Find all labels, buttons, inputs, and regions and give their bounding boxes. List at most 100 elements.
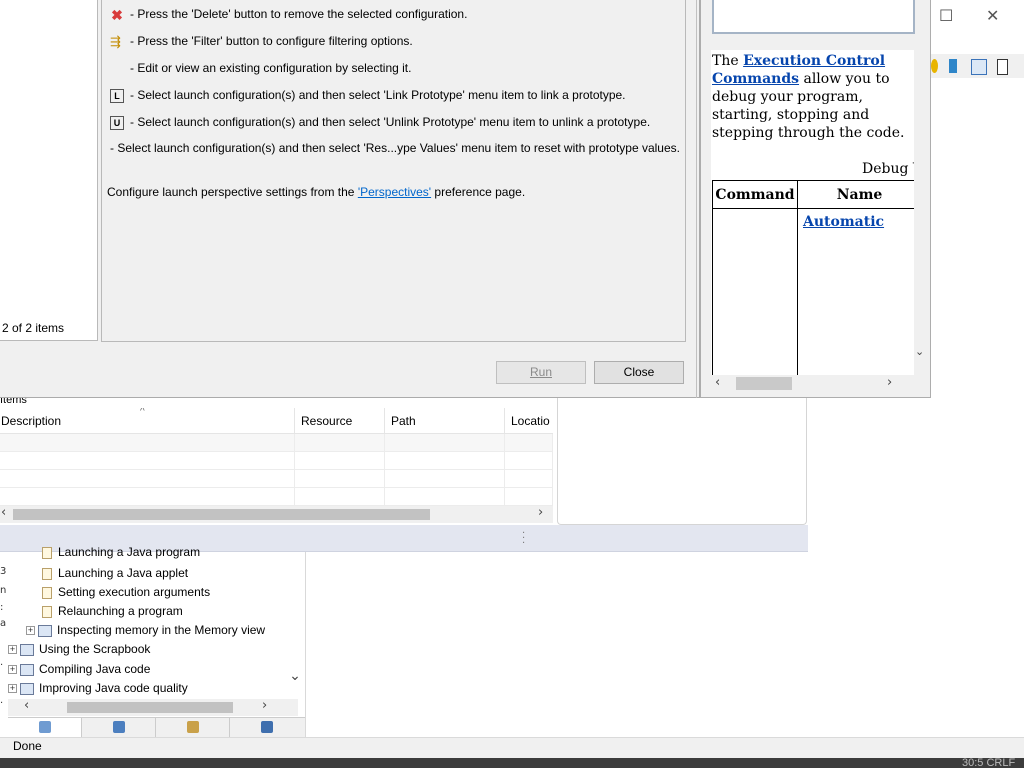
table-cell [0, 470, 295, 487]
name-cell: Automatic [797, 208, 914, 375]
run-button[interactable]: Run [496, 361, 586, 384]
scroll-left-icon[interactable]: ‹ [1, 505, 6, 520]
dialog-divider [696, 0, 697, 398]
book-icon [20, 643, 34, 656]
description-header-label: Description [1, 414, 62, 428]
topic-page-icon [42, 605, 52, 618]
help-search-field[interactable] [712, 0, 915, 34]
table-row[interactable] [0, 488, 553, 506]
maximize-icon[interactable]: ☐ [939, 6, 953, 25]
gutter-char: a [0, 618, 7, 629]
tree-scroll-thumb[interactable] [67, 702, 233, 713]
run-button-label: Run [529, 365, 552, 379]
tree-item-inspecting-memory[interactable]: + Inspecting memory in the Memory view [26, 621, 265, 640]
table-cell [505, 452, 553, 469]
name-column-header: Name [797, 180, 914, 209]
side-pane [557, 398, 807, 525]
tree-item-setting-execution-arguments[interactable]: Setting execution arguments [42, 583, 210, 602]
index-icon [112, 721, 125, 733]
contents-icon [38, 721, 51, 733]
maximize-view-icon[interactable] [997, 59, 1008, 75]
tree-item-label: Compiling Java code [39, 662, 151, 676]
resource-column-header[interactable]: Resource [295, 408, 385, 434]
expand-icon[interactable]: + [26, 626, 35, 636]
chevron-down-icon[interactable]: ⌄ [915, 345, 929, 359]
tree-item-relaunching-program[interactable]: Relaunching a program [42, 602, 183, 621]
table-cell [505, 488, 553, 505]
chevron-down-icon[interactable]: ⌄ [287, 668, 303, 688]
editor-toolbar [931, 54, 1024, 78]
tree-item-using-scrapbook[interactable]: + Using the Scrapbook [8, 640, 150, 659]
window-controls: ☐ ✕ [931, 0, 1024, 30]
contents-tab[interactable] [8, 718, 82, 738]
table-cell [295, 434, 385, 451]
tree-item-label: Inspecting memory in the Memory view [57, 623, 266, 637]
close-button[interactable]: Close [594, 361, 684, 384]
table-row[interactable] [0, 434, 553, 452]
configuration-list[interactable] [0, 0, 98, 341]
tree-item-improving-code-quality[interactable]: + Improving Java code quality [8, 679, 188, 698]
help-horizontal-scrollbar[interactable]: ‹ › [711, 375, 914, 392]
scroll-right-icon[interactable]: › [538, 505, 543, 520]
unlink-prototype-icon: U [110, 115, 124, 130]
automatic-link[interactable]: Automatic [803, 214, 884, 230]
help-window: The Execution Control Commands allow you… [700, 0, 931, 398]
tree-item-label: Setting execution arguments [58, 585, 211, 599]
tree-item-compiling-java-code[interactable]: + Compiling Java code [8, 660, 150, 679]
bookmarks-icon [261, 721, 273, 733]
description-column-header[interactable]: Description ^ [0, 408, 295, 434]
table-caption: Debug V [862, 161, 914, 177]
scroll-left-icon[interactable]: ‹ [24, 698, 29, 713]
problems-scroll-thumb[interactable] [13, 509, 430, 520]
topic-page-icon [42, 546, 52, 559]
close-window-icon[interactable]: ✕ [986, 6, 999, 25]
command-column-header: Command [712, 180, 798, 209]
status-bar [0, 737, 1024, 758]
help-scroll-thumb[interactable] [736, 377, 792, 390]
perspectives-line: Configure launch perspective settings fr… [107, 185, 525, 199]
splitter-grip-icon[interactable]: · · · [522, 529, 525, 549]
book-icon [20, 682, 34, 695]
scroll-right-icon[interactable]: › [887, 375, 892, 390]
info-filter-text: - Press the 'Filter' button to configure… [130, 34, 413, 48]
tree-item-label: Launching a Java applet [58, 566, 189, 580]
location-column-header[interactable]: Locatio [505, 408, 553, 434]
tree-item-launching-java-applet[interactable]: Launching a Java applet [42, 564, 188, 583]
table-cell [0, 452, 295, 469]
bookmarks-tab[interactable] [230, 718, 304, 738]
scroll-right-icon[interactable]: › [262, 698, 267, 713]
search-results-icon [186, 721, 199, 733]
cursor-position-label: 30:5 CRLF [962, 757, 1016, 769]
path-column-header[interactable]: Path [385, 408, 505, 434]
index-tab[interactable] [82, 718, 156, 738]
tree-horizontal-scrollbar[interactable]: ‹ › [8, 698, 298, 716]
sort-ascending-icon: ^ [140, 408, 145, 417]
delete-icon: ✖ [111, 6, 123, 23]
info-line-reset: - Select launch configuration(s) and the… [110, 141, 680, 155]
print-icon[interactable] [971, 59, 987, 75]
expand-icon[interactable]: + [8, 645, 17, 655]
info-line-edit: - Edit or view an existing configuration… [130, 61, 412, 75]
perspectives-link[interactable]: 'Perspectives' [358, 185, 431, 199]
key-icon[interactable] [931, 59, 938, 73]
table-row[interactable] [0, 452, 553, 470]
table-cell [385, 434, 505, 451]
gutter-char: 3 [0, 566, 7, 577]
info-line-unlink: U - Select launch configuration(s) and th… [110, 115, 650, 130]
perspectives-suffix: preference page. [431, 185, 526, 199]
status-text: Done [13, 739, 42, 753]
scroll-left-icon[interactable]: ‹ [715, 375, 720, 390]
table-cell [385, 488, 505, 505]
expand-icon[interactable]: + [8, 684, 17, 694]
problems-horizontal-scrollbar[interactable]: ‹ › [0, 505, 553, 523]
table-row[interactable] [0, 470, 553, 488]
table-cell [295, 452, 385, 469]
info-line-delete: ✖ - Press the 'Delete' button to remove t… [110, 7, 467, 22]
expand-icon[interactable]: + [8, 665, 17, 675]
topic-page-icon [42, 567, 52, 580]
new-column-icon[interactable] [949, 59, 957, 73]
help-view-tabs [8, 717, 305, 738]
tree-item-launching-java-program[interactable]: Launching a Java program [42, 545, 200, 559]
search-tab[interactable] [156, 718, 230, 738]
table-cell [295, 488, 385, 505]
